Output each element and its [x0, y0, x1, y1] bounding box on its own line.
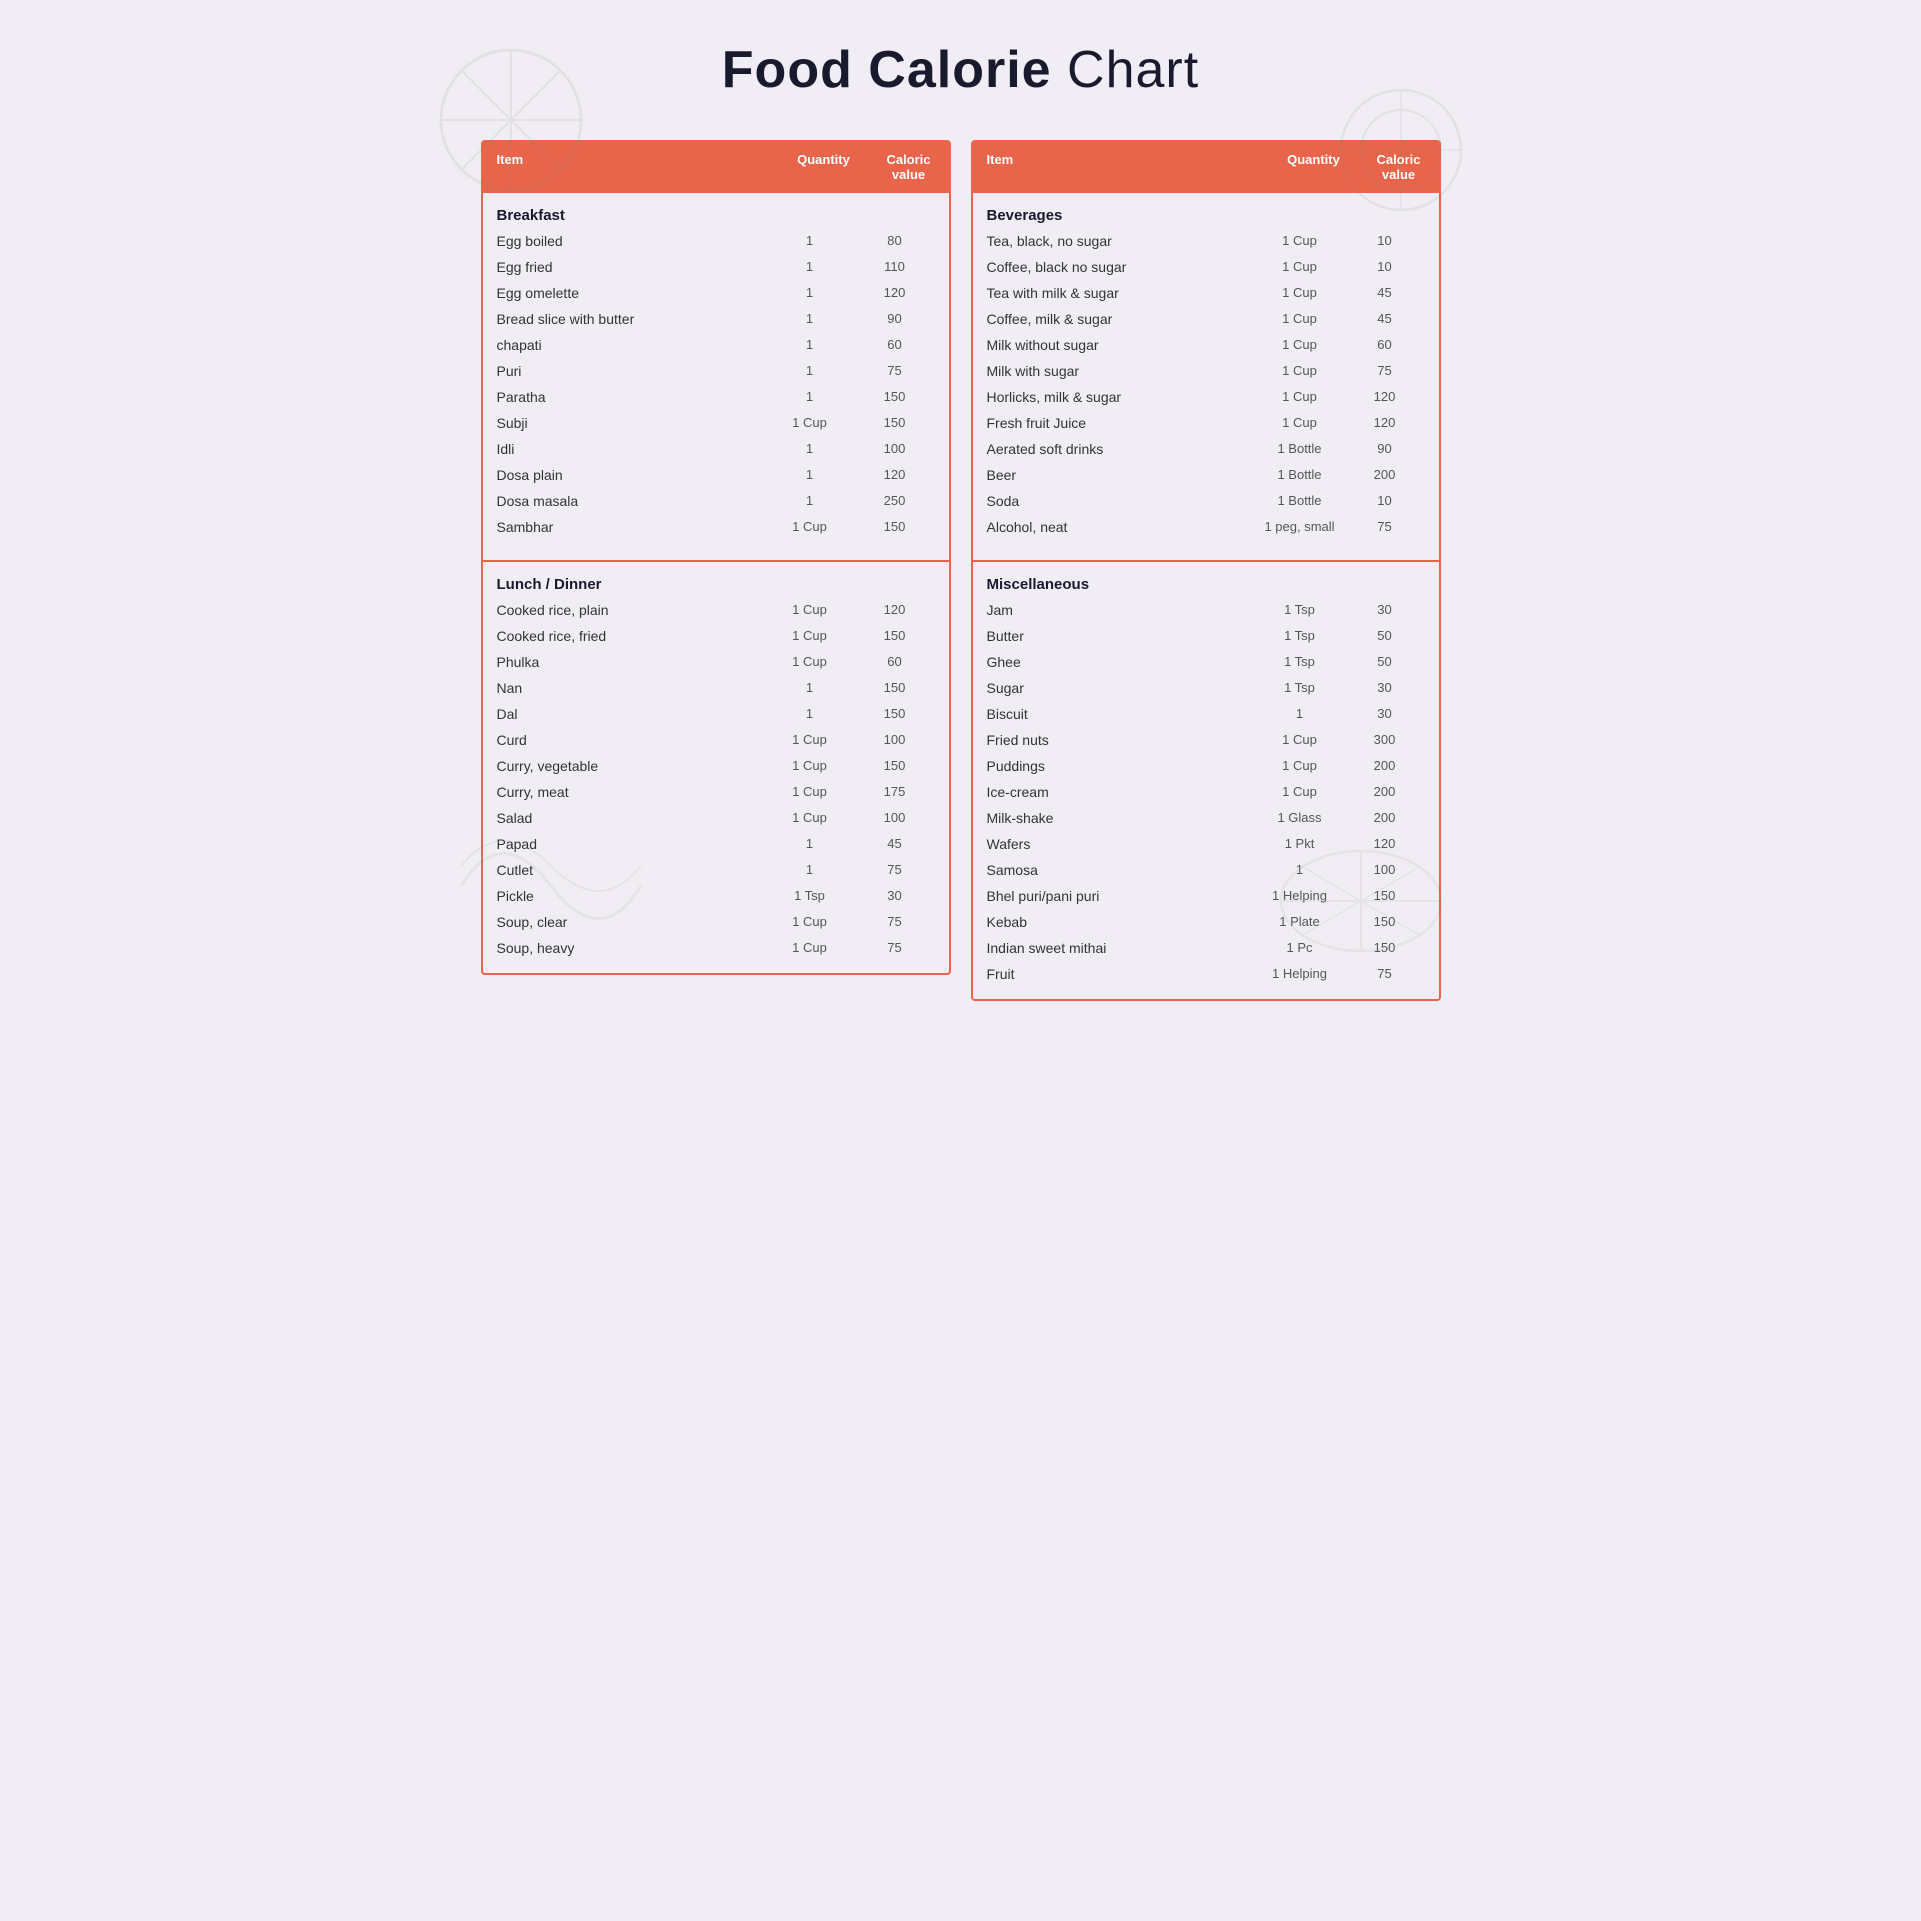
table-row: Ice-cream 1 Cup 200	[973, 779, 1439, 805]
left-header-item: Item	[483, 142, 779, 192]
miscellaneous-label: Miscellaneous	[973, 562, 1439, 597]
table-row: Pickle 1 Tsp 30	[483, 883, 949, 909]
table-row: Bread slice with butter 1 90	[483, 306, 949, 332]
miscellaneous-section: Miscellaneous Jam 1 Tsp 30 Butter 1 Tsp …	[973, 560, 1439, 999]
right-table: Item Quantity Caloricvalue Beverages Tea…	[971, 140, 1441, 1001]
table-row: Horlicks, milk & sugar 1 Cup 120	[973, 384, 1439, 410]
table-row: Soup, clear 1 Cup 75	[483, 909, 949, 935]
left-header-cal: Caloricvalue	[869, 142, 949, 192]
page-container: Food Calorie Chart Item Quantity Caloric…	[481, 40, 1441, 1001]
right-table-header: Item Quantity Caloricvalue	[973, 142, 1439, 192]
table-row: Salad 1 Cup 100	[483, 805, 949, 831]
lunch-dinner-section: Lunch / Dinner Cooked rice, plain 1 Cup …	[483, 560, 949, 973]
table-row: Puddings 1 Cup 200	[973, 753, 1439, 779]
table-row: Nan 1 150	[483, 675, 949, 701]
left-header-qty: Quantity	[779, 142, 869, 192]
table-row: Curry, vegetable 1 Cup 150	[483, 753, 949, 779]
table-row: Milk-shake 1 Glass 200	[973, 805, 1439, 831]
table-row: Soup, heavy 1 Cup 75	[483, 935, 949, 961]
title-light: Chart	[1052, 41, 1200, 99]
table-row: Jam 1 Tsp 30	[973, 597, 1439, 623]
tables-wrapper: Item Quantity Caloricvalue Breakfast Egg…	[481, 140, 1441, 1001]
right-header-qty: Quantity	[1269, 142, 1359, 192]
table-row: Sugar 1 Tsp 30	[973, 675, 1439, 701]
table-row: Samosa 1 100	[973, 857, 1439, 883]
breakfast-section: Breakfast Egg boiled 1 80 Egg fried 1 11…	[483, 192, 949, 552]
table-row: Subji 1 Cup 150	[483, 410, 949, 436]
table-row: Sambhar 1 Cup 150	[483, 514, 949, 540]
table-row: Cutlet 1 75	[483, 857, 949, 883]
table-row: Milk with sugar 1 Cup 75	[973, 358, 1439, 384]
table-row: Puri 1 75	[483, 358, 949, 384]
table-row: Bhel puri/pani puri 1 Helping 150	[973, 883, 1439, 909]
lunch-dinner-label: Lunch / Dinner	[483, 562, 949, 597]
table-row: Coffee, milk & sugar 1 Cup 45	[973, 306, 1439, 332]
table-row: Cooked rice, fried 1 Cup 150	[483, 623, 949, 649]
table-row: Aerated soft drinks 1 Bottle 90	[973, 436, 1439, 462]
table-row: Fruit 1 Helping 75	[973, 961, 1439, 987]
right-header-item: Item	[973, 142, 1269, 192]
table-row: Kebab 1 Plate 150	[973, 909, 1439, 935]
table-row: Egg boiled 1 80	[483, 228, 949, 254]
table-row: chapati 1 60	[483, 332, 949, 358]
table-row: Egg fried 1 110	[483, 254, 949, 280]
beverages-label: Beverages	[973, 193, 1439, 228]
table-row: Tea, black, no sugar 1 Cup 10	[973, 228, 1439, 254]
table-row: Curd 1 Cup 100	[483, 727, 949, 753]
table-row: Indian sweet mithai 1 Pc 150	[973, 935, 1439, 961]
table-row: Milk without sugar 1 Cup 60	[973, 332, 1439, 358]
table-row: Fried nuts 1 Cup 300	[973, 727, 1439, 753]
table-row: Idli 1 100	[483, 436, 949, 462]
beverages-section: Beverages Tea, black, no sugar 1 Cup 10 …	[973, 192, 1439, 552]
table-row: Dal 1 150	[483, 701, 949, 727]
table-row: Soda 1 Bottle 10	[973, 488, 1439, 514]
table-row: Wafers 1 Pkt 120	[973, 831, 1439, 857]
left-table-header: Item Quantity Caloricvalue	[483, 142, 949, 192]
left-table: Item Quantity Caloricvalue Breakfast Egg…	[481, 140, 951, 975]
table-row: Tea with milk & sugar 1 Cup 45	[973, 280, 1439, 306]
table-row: Phulka 1 Cup 60	[483, 649, 949, 675]
table-row: Beer 1 Bottle 200	[973, 462, 1439, 488]
table-row: Curry, meat 1 Cup 175	[483, 779, 949, 805]
table-row: Egg omelette 1 120	[483, 280, 949, 306]
title-bold: Food Calorie	[722, 41, 1052, 99]
table-row: Coffee, black no sugar 1 Cup 10	[973, 254, 1439, 280]
table-row: Alcohol, neat 1 peg, small 75	[973, 514, 1439, 540]
table-row: Paratha 1 150	[483, 384, 949, 410]
table-row: Dosa plain 1 120	[483, 462, 949, 488]
right-header-cal: Caloricvalue	[1359, 142, 1439, 192]
breakfast-label: Breakfast	[483, 193, 949, 228]
table-row: Fresh fruit Juice 1 Cup 120	[973, 410, 1439, 436]
table-row: Papad 1 45	[483, 831, 949, 857]
table-row: Cooked rice, plain 1 Cup 120	[483, 597, 949, 623]
table-row: Ghee 1 Tsp 50	[973, 649, 1439, 675]
table-row: Biscuit 1 30	[973, 701, 1439, 727]
table-row: Dosa masala 1 250	[483, 488, 949, 514]
table-row: Butter 1 Tsp 50	[973, 623, 1439, 649]
page-title: Food Calorie Chart	[481, 40, 1441, 100]
